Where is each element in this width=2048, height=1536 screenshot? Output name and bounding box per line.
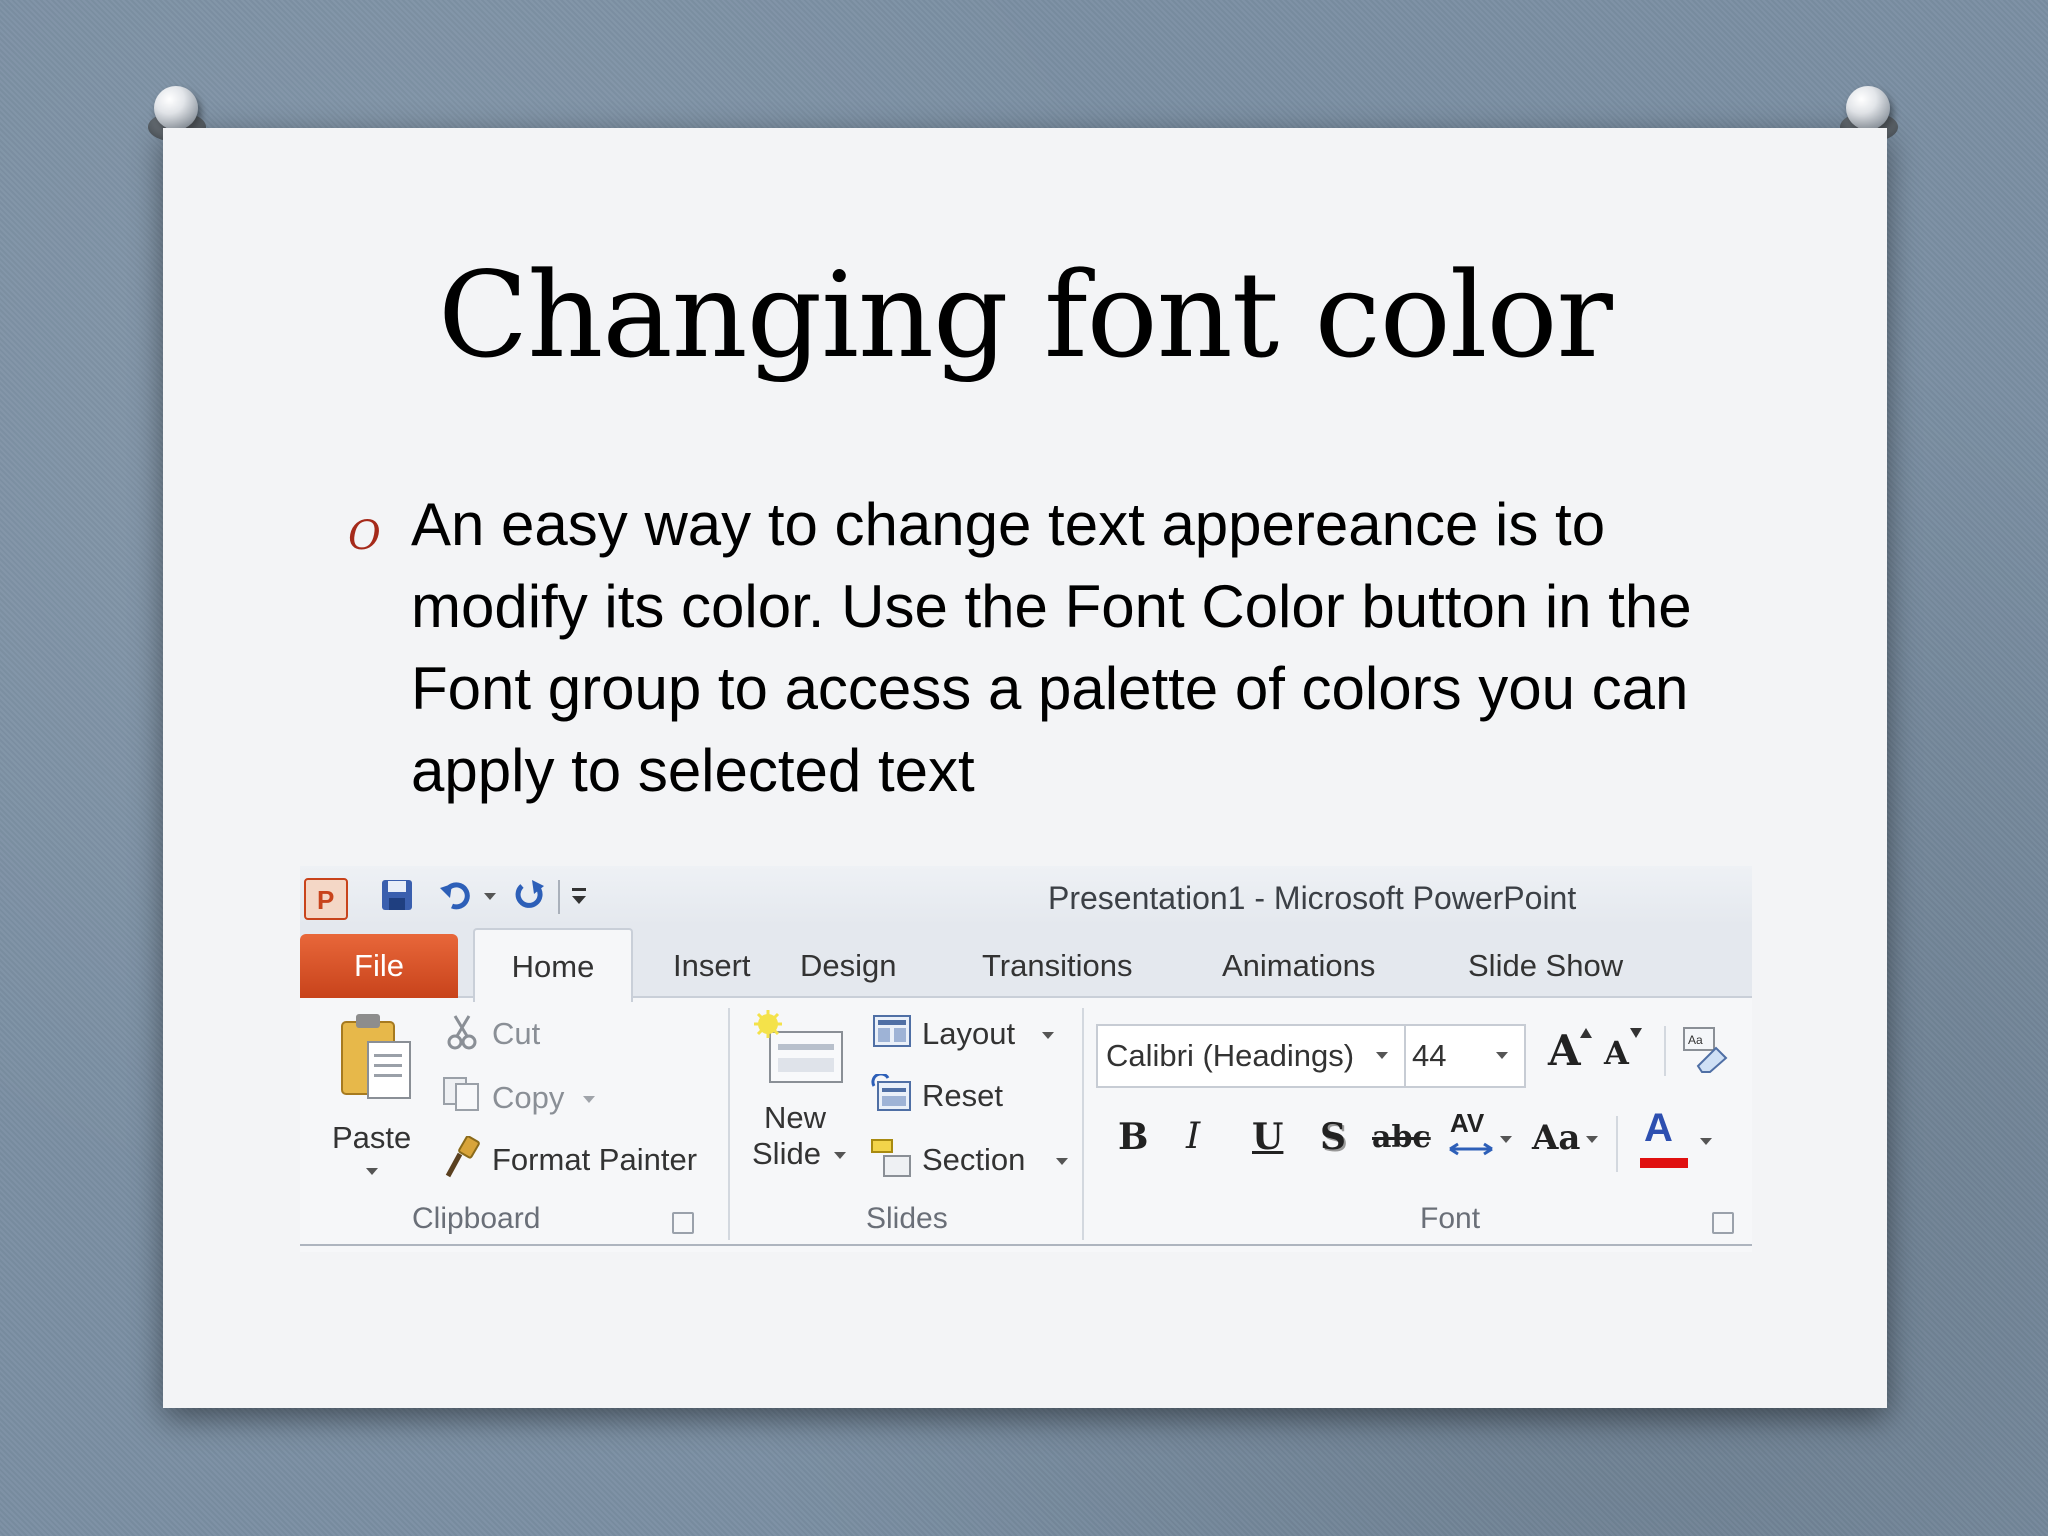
format-painter-icon (445, 1136, 480, 1178)
change-case-dropdown-icon[interactable] (1586, 1136, 1598, 1143)
ribbon-bottom-border (300, 1244, 1752, 1246)
layout-icon (873, 1015, 911, 1047)
tab-insert[interactable]: Insert (673, 948, 751, 984)
section-button[interactable]: Section (922, 1142, 1025, 1178)
font-size-value: 44 (1412, 1038, 1447, 1073)
ribbon-tabs: File Home Insert Design Transitions Anim… (300, 926, 1752, 1002)
svg-text:P: P (317, 885, 334, 915)
ribbon-screenshot: P Presentation1 - Microsoft PowerPoint F… (300, 866, 1752, 1252)
font-launcher-icon[interactable] (1712, 1212, 1734, 1234)
section-icon (871, 1139, 911, 1177)
layout-dropdown-icon[interactable] (1042, 1032, 1054, 1039)
reset-icon (871, 1074, 911, 1111)
italic-button[interactable]: I (1186, 1116, 1200, 1157)
bold-button[interactable]: B (1118, 1116, 1148, 1158)
font-name-combobox[interactable]: Calibri (Headings) (1096, 1024, 1406, 1088)
group-separator (728, 1008, 730, 1240)
save-icon[interactable] (380, 878, 414, 912)
shrink-font-button[interactable]: A (1604, 1034, 1629, 1072)
clipboard-group-label: Clipboard (412, 1202, 541, 1235)
group-separator (1082, 1008, 1084, 1240)
change-case-button[interactable]: Aa (1532, 1118, 1580, 1158)
paste-label: Paste (332, 1120, 412, 1155)
font-size-combobox[interactable]: 44 (1404, 1024, 1526, 1088)
bullet-marker: O (348, 513, 381, 559)
tab-slide-show[interactable]: Slide Show (1468, 948, 1623, 984)
character-spacing-arrow-icon (1449, 1142, 1493, 1156)
customize-toolbar-icon[interactable] (568, 878, 602, 912)
undo-icon[interactable] (440, 878, 474, 912)
character-spacing-button[interactable]: AV (1450, 1108, 1484, 1139)
strikethrough-button[interactable]: abc (1372, 1120, 1431, 1155)
new-slide-button[interactable]: New Slide (748, 1008, 858, 1194)
cut-icon (447, 1015, 477, 1050)
tab-file[interactable]: File (300, 934, 458, 998)
font-color-bar (1640, 1158, 1688, 1168)
slides-group-label: Slides (866, 1202, 948, 1235)
font-color-dropdown-icon[interactable] (1700, 1138, 1712, 1145)
font-size-dropdown-icon[interactable] (1496, 1052, 1508, 1059)
text-shadow-button[interactable]: S (1320, 1116, 1346, 1158)
copy-button[interactable]: Copy (492, 1080, 564, 1116)
reset-button[interactable]: Reset (922, 1078, 1003, 1114)
grow-font-button[interactable]: A (1548, 1026, 1581, 1075)
paste-dropdown-icon[interactable] (366, 1168, 378, 1175)
clear-formatting-icon[interactable]: Aa (1680, 1026, 1730, 1074)
paste-icon (341, 1014, 411, 1099)
paste-button[interactable]: Paste (328, 1008, 418, 1188)
cut-button[interactable]: Cut (492, 1016, 540, 1052)
new-slide-dropdown-icon[interactable] (834, 1152, 846, 1159)
copy-dropdown-icon[interactable] (583, 1096, 595, 1103)
tab-transitions[interactable]: Transitions (982, 948, 1132, 984)
section-dropdown-icon[interactable] (1056, 1158, 1068, 1165)
redo-icon[interactable] (512, 878, 546, 912)
new-slide-label-line2: Slide (752, 1136, 821, 1171)
tab-design[interactable]: Design (800, 948, 897, 984)
format-painter-button[interactable]: Format Painter (492, 1142, 697, 1178)
slide-title: Changing font color (438, 246, 1613, 384)
shrink-font-icon (1630, 1028, 1642, 1038)
font-name-value: Calibri (Headings) (1106, 1038, 1355, 1073)
layout-button[interactable]: Layout (922, 1016, 1015, 1052)
undo-dropdown-icon[interactable] (484, 893, 496, 900)
window-title: Presentation1 - Microsoft PowerPoint (1048, 880, 1577, 916)
svg-text:Aa: Aa (1688, 1033, 1703, 1047)
font-color-button[interactable]: A (1644, 1106, 1673, 1151)
grow-font-icon (1580, 1028, 1592, 1038)
slide: Changing font color O An easy way to cha… (163, 128, 1887, 1408)
character-spacing-dropdown-icon[interactable] (1500, 1136, 1512, 1143)
underline-button[interactable]: U (1252, 1116, 1283, 1158)
title-bar: P Presentation1 - Microsoft PowerPoint (300, 866, 1752, 926)
new-slide-icon (754, 1010, 843, 1083)
new-slide-label-line1: New (764, 1100, 827, 1135)
font-name-dropdown-icon[interactable] (1376, 1052, 1388, 1059)
copy-icon (443, 1077, 479, 1111)
powerpoint-app-icon[interactable]: P (304, 878, 348, 920)
tab-animations[interactable]: Animations (1222, 948, 1375, 984)
font-group-label: Font (1420, 1202, 1481, 1235)
tab-home[interactable]: Home (473, 928, 633, 1002)
clipboard-launcher-icon[interactable] (672, 1212, 694, 1234)
